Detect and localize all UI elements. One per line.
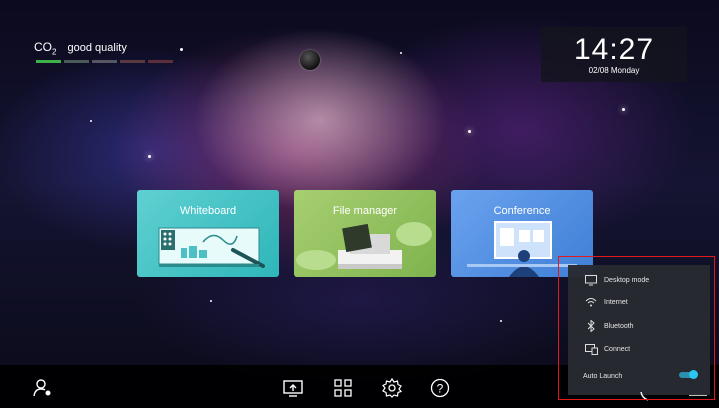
file-manager-illustration <box>296 222 432 270</box>
background-star <box>468 130 471 133</box>
clock-widget: 14:27 02/08 Monday <box>541 27 687 82</box>
auto-launch-toggle[interactable] <box>679 370 698 379</box>
clock-time: 14:27 <box>573 33 655 66</box>
background-star <box>148 155 151 158</box>
settings-icon[interactable] <box>382 378 402 398</box>
menu-item-label: Desktop mode <box>604 276 650 284</box>
menu-item-label: Bluetooth <box>604 322 634 330</box>
whiteboard-illustration <box>158 227 265 268</box>
co2-level-bar <box>36 60 61 63</box>
co2-label: CO2 <box>34 40 57 57</box>
co2-level-bar <box>64 60 89 63</box>
clock-date: 02/08 Monday <box>588 66 640 75</box>
co2-status: good quality <box>67 42 127 54</box>
co2-level-bar <box>120 60 145 63</box>
background-star <box>210 300 212 302</box>
menu-item-bluetooth[interactable]: Bluetooth <box>568 315 710 337</box>
background-star <box>180 48 183 51</box>
phone-handle-icon <box>640 388 650 406</box>
connect-icon <box>581 343 601 355</box>
menu-item-desktop-mode[interactable]: Desktop mode <box>568 269 710 291</box>
toggle-knob <box>689 370 698 379</box>
background-star <box>622 108 625 111</box>
conference-illustration <box>467 221 577 277</box>
tile-whiteboard[interactable]: Whiteboard <box>137 190 279 277</box>
user-settings-icon[interactable] <box>33 378 53 398</box>
planet-decoration <box>300 50 320 70</box>
co2-level-bars <box>36 60 173 63</box>
menu-item-label: Internet <box>604 298 628 306</box>
background-star <box>400 52 402 54</box>
svg-text:?: ? <box>437 382 444 396</box>
monitor-icon <box>581 274 601 286</box>
tile-file-manager[interactable]: File manager <box>294 190 436 277</box>
tile-conference[interactable]: Conference <box>451 190 593 277</box>
co2-level-bar <box>148 60 173 63</box>
apps-grid-icon[interactable] <box>333 378 353 398</box>
screen-share-icon[interactable] <box>283 378 303 398</box>
background-star <box>90 120 92 122</box>
background-star <box>500 320 502 322</box>
bluetooth-icon <box>581 320 601 332</box>
co2-level-bar <box>92 60 117 63</box>
quick-settings-panel: Desktop mode Internet Bluetooth Connect … <box>568 265 710 395</box>
menu-item-connect[interactable]: Connect <box>568 338 710 360</box>
wifi-icon <box>581 297 601 307</box>
co2-indicator: CO2 good quality <box>34 40 127 56</box>
menu-item-label: Connect <box>604 345 631 353</box>
help-icon[interactable]: ? <box>430 378 450 398</box>
menu-item-internet[interactable]: Internet <box>568 291 710 313</box>
auto-launch-label: Auto Launch <box>583 372 623 380</box>
